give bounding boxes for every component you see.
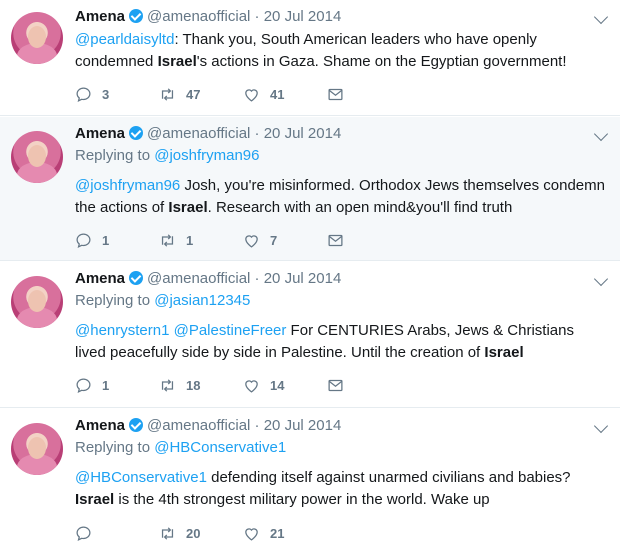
replying-to: Replying to @joshfryman96 [75,147,260,164]
tweet-4[interactable]: Amena @amenaofficial · 20 Jul 2014 Replyi… [0,409,620,549]
verified-badge-icon [129,418,144,432]
heart-icon [245,528,258,541]
verified-badge-icon [129,126,144,140]
replying-to: Replying to @HBConservative1 [75,439,287,456]
retweet-icon [161,379,174,392]
tweet-3[interactable]: Amena @amenaofficial · 20 Jul 2014 Replyi… [0,262,620,408]
mention-link[interactable]: @HBConservative1 [75,469,207,486]
reply-count: 1 [102,233,110,248]
retweet-count: 18 [186,378,201,393]
mention-link[interactable]: @henrystern1 @PalestineFreer [75,322,286,339]
tweet-text: @joshfryman96 Josh, you're misinformed. … [75,177,605,216]
retweet-button[interactable]: 1 [159,232,243,249]
like-count: 41 [270,87,285,102]
tweet-1[interactable]: Amena @amenaofficial · 20 Jul 2014 @pearl… [0,0,620,116]
retweet-count: 47 [186,87,201,102]
reply-count: 3 [102,87,110,102]
verified-badge-icon [129,9,144,23]
author-handle[interactable]: @amenaofficial [147,270,250,287]
reply-to-link[interactable]: @jasian12345 [154,292,250,309]
message-button[interactable] [327,232,411,249]
like-count: 14 [270,378,285,393]
like-button[interactable]: 41 [243,86,327,103]
envelope-icon [328,88,343,101]
like-count: 21 [270,526,285,541]
reply-button[interactable] [75,525,159,542]
hashtag-keyword: Israel [168,199,208,216]
reply-icon [76,87,91,103]
reply-icon [76,233,91,249]
reply-icon [76,378,91,394]
heart-icon [245,380,258,393]
hashtag-keyword: Israel [484,344,524,361]
avatar[interactable] [11,12,63,64]
tweet-header: Amena @amenaofficial · 20 Jul 2014 [75,270,342,287]
retweet-button[interactable]: 18 [159,377,243,394]
author-name[interactable]: Amena [75,270,125,287]
reply-to-link[interactable]: @joshfryman96 [154,147,259,164]
author-handle[interactable]: @amenaofficial [147,8,250,25]
like-button[interactable]: 14 [243,377,327,394]
tweet-2[interactable]: Amena @amenaofficial · 20 Jul 2014 Replyi… [0,117,620,261]
retweet-count: 1 [186,233,194,248]
like-count: 7 [270,233,278,248]
message-button[interactable] [327,86,411,103]
tweet-header: Amena @amenaofficial · 20 Jul 2014 [75,125,342,142]
heart-icon [245,235,258,248]
message-button[interactable] [327,377,411,394]
reply-button[interactable]: 1 [75,377,159,394]
author-handle[interactable]: @amenaofficial [147,125,250,142]
like-button[interactable]: 21 [243,525,327,542]
tweet-actions: 1 1 7 [75,232,411,249]
author-name[interactable]: Amena [75,417,125,434]
replying-to: Replying to @jasian12345 [75,292,251,309]
mention-link[interactable]: @pearldaisyltd [75,31,174,48]
reply-icon [76,526,91,542]
chevron-down-icon[interactable] [593,418,609,434]
author-handle[interactable]: @amenaofficial [147,417,250,434]
chevron-down-icon[interactable] [593,126,609,142]
envelope-icon [328,234,343,247]
avatar[interactable] [11,276,63,328]
reply-button[interactable]: 3 [75,86,159,103]
retweet-button[interactable]: 20 [159,525,243,542]
author-name[interactable]: Amena [75,125,125,142]
author-name[interactable]: Amena [75,8,125,25]
hashtag-keyword: Israel [75,491,115,508]
hashtag-keyword: Israel [157,53,197,70]
tweet-actions: 1 18 14 [75,377,411,394]
avatar[interactable] [11,131,63,183]
tweet-text: @henrystern1 @PalestineFreer For CENTURI… [75,322,574,361]
reply-button[interactable]: 1 [75,232,159,249]
tweet-actions: 3 47 41 [75,86,411,103]
avatar[interactable] [11,423,63,475]
tweet-header: Amena @amenaofficial · 20 Jul 2014 [75,417,342,434]
verified-badge-icon [129,271,144,285]
tweet-actions: 20 21 [75,525,327,542]
retweet-count: 20 [186,526,201,541]
retweet-icon [161,88,174,101]
retweet-icon [161,234,174,247]
envelope-icon [328,379,343,392]
tweet-date[interactable]: 20 Jul 2014 [264,125,342,142]
tweet-text: @pearldaisyltd: Thank you, South America… [75,31,567,70]
mention-link[interactable]: @joshfryman96 [75,177,180,194]
retweet-icon [161,527,174,540]
heart-icon [245,89,258,102]
reply-count: 1 [102,378,110,393]
reply-to-link[interactable]: @HBConservative1 [154,439,286,456]
chevron-down-icon[interactable] [593,271,609,287]
tweet-date[interactable]: 20 Jul 2014 [264,270,342,287]
tweet-date[interactable]: 20 Jul 2014 [264,8,342,25]
tweet-text: @HBConservative1 defending itself agains… [75,469,571,508]
chevron-down-icon[interactable] [593,9,609,25]
retweet-button[interactable]: 47 [159,86,243,103]
tweet-header: Amena @amenaofficial · 20 Jul 2014 [75,8,342,25]
like-button[interactable]: 7 [243,232,327,249]
tweet-date[interactable]: 20 Jul 2014 [264,417,342,434]
